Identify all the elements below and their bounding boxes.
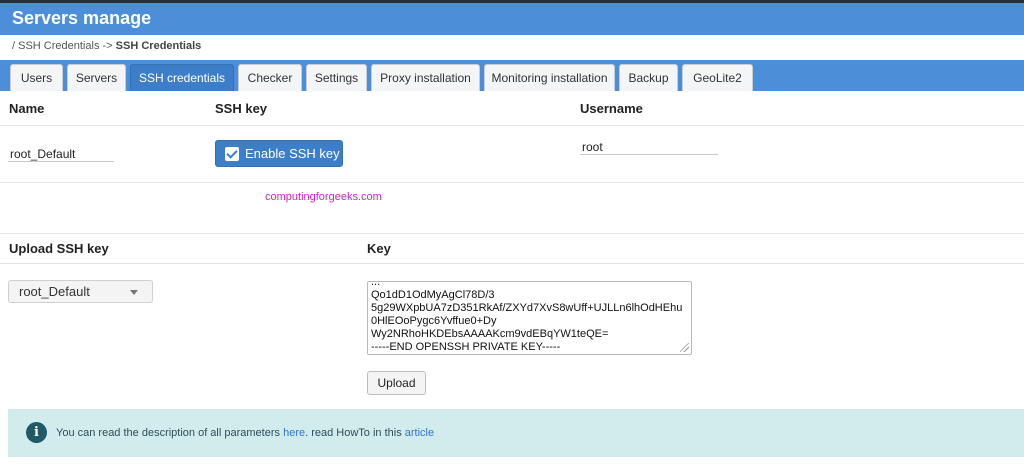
info-link-here[interactable]: here [283, 427, 305, 439]
checkbox-checked-icon [225, 147, 239, 161]
credentials-row [0, 126, 1024, 183]
page-title: Servers manage [12, 8, 151, 29]
info-icon: i [26, 422, 47, 443]
column-header-ssh-key: SSH key [215, 101, 267, 116]
username-input[interactable] [580, 139, 718, 155]
enable-ssh-key-label: Enable SSH key [245, 146, 340, 161]
caret-down-icon [130, 290, 138, 295]
column-header-username: Username [580, 101, 643, 116]
tab-settings[interactable]: Settings [306, 64, 367, 91]
breadcrumb: / SSH Credentials -> SSH Credentials [12, 40, 201, 52]
resize-grip-icon[interactable] [680, 343, 689, 352]
tab-monitoring-installation[interactable]: Monitoring installation [484, 64, 615, 91]
empty-row [0, 183, 1024, 234]
credential-name-input[interactable] [8, 146, 114, 162]
info-alert: i You can read the description of all pa… [8, 409, 1024, 457]
key-line: ... [371, 281, 682, 289]
tab-ssh-credentials[interactable]: SSH credentials [130, 64, 234, 91]
breadcrumb-separator: -> [103, 40, 113, 52]
column-header-name: Name [9, 101, 44, 116]
upload-button[interactable]: Upload [367, 371, 426, 395]
app-header: Servers manage [0, 3, 1024, 35]
ssh-key-textarea[interactable]: ...Qo1dD1OdMyAgCl78D/35g29WXpbUA7zD351Rk… [367, 281, 692, 355]
upload-header-row: Upload SSH key Key [0, 234, 1024, 264]
column-header-upload-ssh-key: Upload SSH key [9, 241, 109, 256]
credentials-header-row: Name SSH key Username [0, 91, 1024, 126]
key-line: Wy2NRhoHKDEbsAAAAKcm9vdEBqYW1teQE= [371, 328, 682, 341]
tab-geolite2[interactable]: GeoLite2 [682, 64, 753, 91]
key-line: 0HlEOoPygc6Yvffue0+Dy [371, 315, 682, 328]
column-header-key: Key [367, 241, 391, 256]
tab-checker[interactable]: Checker [238, 64, 302, 91]
watermark-text: computingforgeeks.com [265, 191, 382, 203]
info-link-article[interactable]: article [405, 427, 434, 439]
enable-ssh-key-button[interactable]: Enable SSH key [215, 140, 343, 167]
tab-servers[interactable]: Servers [67, 64, 126, 91]
breadcrumb-item-ssh-credentials[interactable]: SSH Credentials [18, 40, 99, 52]
info-message: You can read the description of all para… [56, 427, 434, 439]
tab-proxy-installation[interactable]: Proxy installation [371, 64, 480, 91]
info-text-middle: . read HowTo in this [305, 427, 405, 439]
ssh-key-content: ...Qo1dD1OdMyAgCl78D/35g29WXpbUA7zD351Rk… [371, 281, 682, 354]
tab-users[interactable]: Users [10, 64, 63, 91]
info-text-before: You can read the description of all para… [56, 427, 283, 439]
key-line: -----END OPENSSH PRIVATE KEY----- [371, 341, 682, 354]
credential-select-value: root_Default [19, 284, 90, 299]
breadcrumb-current: SSH Credentials [116, 40, 202, 52]
key-line: Qo1dD1OdMyAgCl78D/3 [371, 289, 682, 302]
tab-bar: Users Servers SSH credentials Checker Se… [0, 60, 1024, 91]
key-line: 5g29WXpbUA7zD351RkAf/ZXYd7XvS8wUff+UJLLn… [371, 302, 682, 315]
tab-backup[interactable]: Backup [619, 64, 678, 91]
breadcrumb-root: / [12, 40, 15, 52]
credential-select[interactable]: root_Default [8, 280, 153, 303]
